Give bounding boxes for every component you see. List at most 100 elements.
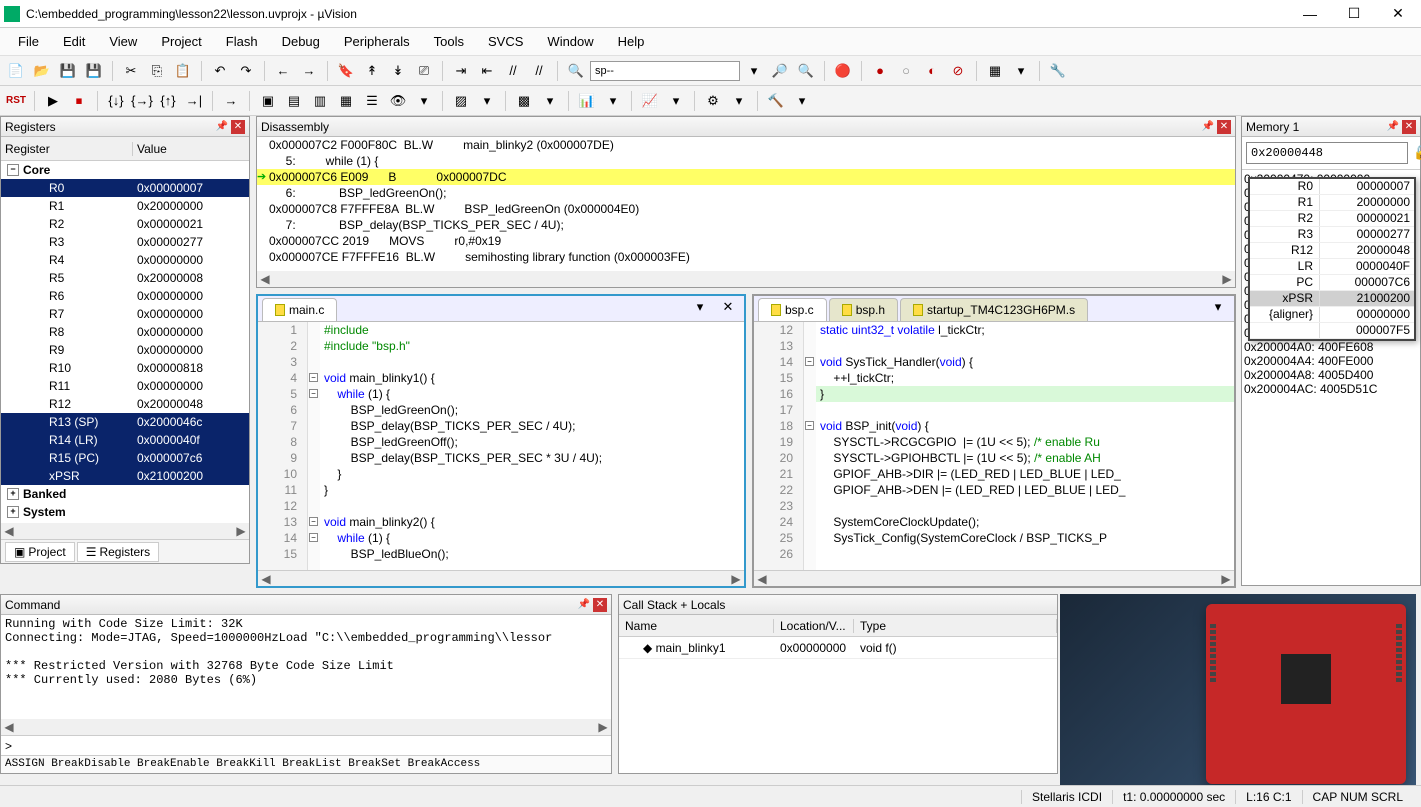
fold-icon[interactable]: − [309, 517, 318, 526]
code-line[interactable]: while (1) { [320, 386, 744, 402]
code-line[interactable]: } [320, 482, 744, 498]
code-line[interactable]: BSP_delay(BSP_TICKS_PER_SEC / 4U); [320, 418, 744, 434]
tab-close-button[interactable]: ✕ [716, 295, 740, 319]
code-line[interactable]: #include [320, 322, 744, 338]
show-next-button[interactable]: → [219, 89, 243, 113]
group-system[interactable]: System [23, 505, 66, 519]
minimize-button[interactable]: — [1297, 4, 1323, 24]
editor-hscroll[interactable]: ◀▶ [754, 570, 1234, 586]
command-output[interactable]: Running with Code Size Limit: 32K Connec… [1, 615, 611, 719]
expand-icon[interactable]: + [7, 488, 19, 500]
layout-dropdown-button[interactable]: ▾ [1009, 59, 1033, 83]
menu-svcs[interactable]: SVCS [476, 30, 535, 53]
asm-line[interactable]: 0x000007C8 F7FFFE8A BL.W BSP_ledGreenOn … [257, 201, 1235, 217]
watch-window-button[interactable]: 👁 [386, 89, 410, 113]
register-row[interactable]: R20x00000021 [1, 215, 249, 233]
menu-help[interactable]: Help [606, 30, 657, 53]
stop-button[interactable]: ⏹ [67, 89, 91, 113]
asm-line[interactable]: 0x000007CE F7FFFE16 BL.W semihosting lib… [257, 249, 1235, 265]
nav-back-button[interactable]: ← [271, 59, 295, 83]
register-row[interactable]: xPSR0x21000200 [1, 467, 249, 485]
value-col-header[interactable]: Value [133, 142, 249, 156]
analysis-window-button[interactable]: 📊 [575, 89, 599, 113]
callstack-row[interactable]: ◆ main_blinky10x00000000void f() [619, 637, 1057, 659]
register-row[interactable]: R30x00000277 [1, 233, 249, 251]
lock-icon[interactable]: 🔓 [1412, 141, 1421, 165]
memory-row[interactable]: 0x200004A0: 400FE608 [1244, 340, 1418, 354]
fold-icon[interactable]: − [309, 389, 318, 398]
registers-hscroll[interactable]: ◀▶ [1, 523, 249, 539]
group-banked[interactable]: Banked [23, 487, 66, 501]
memory-window-button[interactable]: ▨ [449, 89, 473, 113]
code-line[interactable] [816, 402, 1234, 418]
configure-button[interactable]: 🔧 [1046, 59, 1070, 83]
copy-button[interactable]: ⎘ [145, 59, 169, 83]
menu-view[interactable]: View [97, 30, 149, 53]
code-line[interactable]: BSP_ledGreenOn(); [320, 402, 744, 418]
maximize-button[interactable]: ☐ [1341, 4, 1367, 24]
menu-file[interactable]: File [6, 30, 51, 53]
tab-bsp-c[interactable]: bsp.c [758, 298, 827, 321]
code-line[interactable]: while (1) { [320, 530, 744, 546]
code-line[interactable]: SystemCoreClockUpdate(); [816, 514, 1234, 530]
bookmark-clear-button[interactable]: ⎚ [412, 59, 436, 83]
register-row[interactable]: R40x00000000 [1, 251, 249, 269]
register-row[interactable]: R15 (PC)0x000007c6 [1, 449, 249, 467]
core-group[interactable]: Core [23, 163, 50, 177]
tab-main-c[interactable]: main.c [262, 298, 337, 321]
expand-icon[interactable]: + [7, 506, 19, 518]
find-in-files-button[interactable]: 🔍 [564, 59, 588, 83]
step-in-button[interactable]: {↓} [104, 89, 128, 113]
run-button[interactable]: ▶ [41, 89, 65, 113]
close-icon[interactable]: ✕ [593, 598, 607, 612]
close-icon[interactable]: ✕ [231, 120, 245, 134]
memory-address-input[interactable] [1246, 142, 1408, 164]
code-line[interactable]: ++l_tickCtr; [816, 370, 1234, 386]
save-all-button[interactable]: 💾 [82, 59, 106, 83]
symbols-window-button[interactable]: ▥ [308, 89, 332, 113]
comment-button[interactable]: // [501, 59, 525, 83]
redo-button[interactable]: ↷ [234, 59, 258, 83]
bp-insert-button[interactable]: ● [868, 59, 892, 83]
code-line[interactable]: GPIOF_AHB->DEN |= (LED_RED | LED_BLUE | … [816, 482, 1234, 498]
analysis-dropdown[interactable]: ▾ [601, 89, 625, 113]
register-col-header[interactable]: Register [1, 142, 133, 156]
asm-line[interactable]: 7: BSP_delay(BSP_TICKS_PER_SEC / 4U); [257, 217, 1235, 233]
outdent-button[interactable]: ⇤ [475, 59, 499, 83]
toolbox-dropdown[interactable]: ▾ [790, 89, 814, 113]
serial-dropdown[interactable]: ▾ [538, 89, 562, 113]
step-over-button[interactable]: {→} [130, 89, 154, 113]
uncomment-button[interactable]: // [527, 59, 551, 83]
code-line[interactable] [816, 338, 1234, 354]
menu-peripherals[interactable]: Peripherals [332, 30, 422, 53]
tab-list-dropdown[interactable]: ▾ [688, 295, 712, 319]
callstack-window-button[interactable]: ☰ [360, 89, 384, 113]
menu-window[interactable]: Window [535, 30, 605, 53]
name-col[interactable]: Name [619, 619, 774, 633]
location-col[interactable]: Location/V... [774, 619, 854, 633]
close-button[interactable]: ✕ [1385, 4, 1411, 24]
command-input[interactable]: > [1, 735, 611, 755]
tab-startup_TM4C123GH6PM-s[interactable]: startup_TM4C123GH6PM.s [900, 298, 1088, 321]
editor-body[interactable]: 123456789101112131415 −−−− #include #inc… [258, 322, 744, 570]
disassembly-view[interactable]: 0x000007C2 F000F80C BL.W main_blinky2 (0… [257, 137, 1235, 271]
command-hscroll[interactable]: ◀▶ [1, 719, 611, 735]
type-col[interactable]: Type [854, 619, 1057, 633]
registers-window-button[interactable]: ▦ [334, 89, 358, 113]
register-row[interactable]: R13 (SP)0x2000046c [1, 413, 249, 431]
code-line[interactable]: SYSCTL->RCGCGPIO |= (1U << 5); /* enable… [816, 434, 1234, 450]
register-row[interactable]: R70x00000000 [1, 305, 249, 323]
trace-dropdown[interactable]: ▾ [664, 89, 688, 113]
register-row[interactable]: R00x00000007 [1, 179, 249, 197]
indent-button[interactable]: ⇥ [449, 59, 473, 83]
tab-list-dropdown[interactable]: ▾ [1206, 295, 1230, 319]
fold-icon[interactable]: − [309, 533, 318, 542]
memory-row[interactable]: 0x200004A8: 4005D400 [1244, 368, 1418, 382]
code-line[interactable]: } [816, 386, 1234, 402]
code-line[interactable]: } [320, 466, 744, 482]
code-line[interactable]: static uint32_t volatile l_tickCtr; [816, 322, 1234, 338]
callstack-body[interactable]: ◆ main_blinky10x00000000void f() [619, 637, 1057, 773]
code-line[interactable]: GPIOF_AHB->DIR |= (LED_RED | LED_BLUE | … [816, 466, 1234, 482]
code-line[interactable]: BSP_delay(BSP_TICKS_PER_SEC * 3U / 4U); [320, 450, 744, 466]
code-line[interactable]: SYSCTL->GPIOHBCTL |= (1U << 5); /* enabl… [816, 450, 1234, 466]
